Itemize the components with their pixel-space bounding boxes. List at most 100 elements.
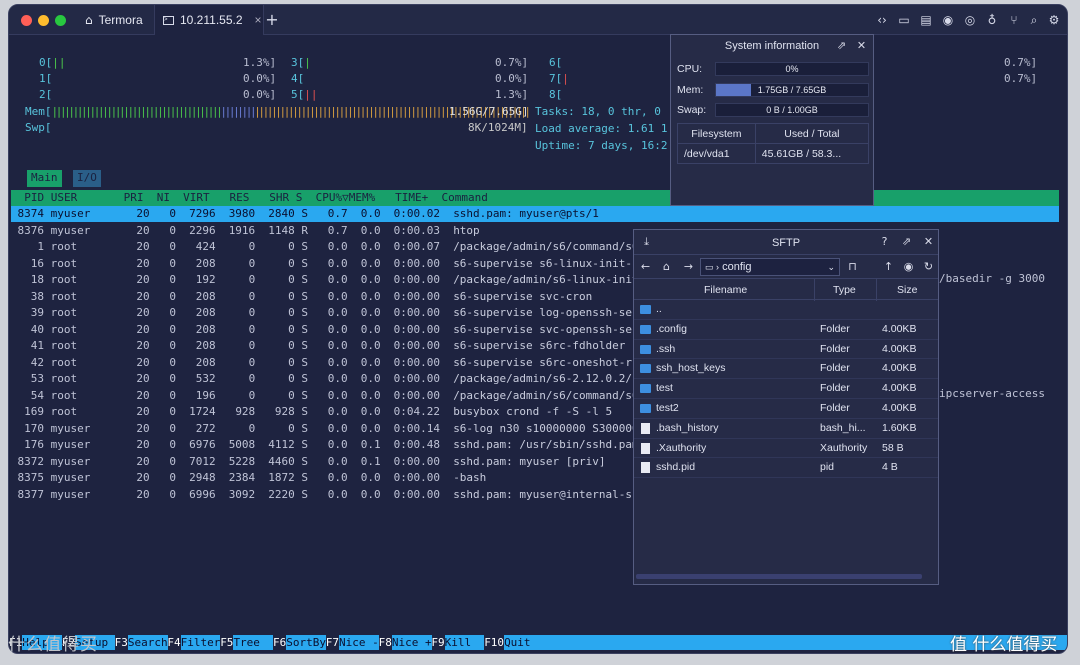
terminal-window: ⌂ Termora > 10.211.55.2 × + ‹› ▭ ▤ ◉ ◎ ♁… <box>8 4 1068 654</box>
process-virt: 208 <box>195 322 216 336</box>
function-key-f4[interactable]: F4Filter <box>167 635 221 650</box>
col-type[interactable]: Type <box>814 279 856 301</box>
tab-main[interactable]: Main <box>27 170 62 187</box>
process-cmd: busybox crond -f -S -l 5 <box>453 405 613 418</box>
process-shr: 0 <box>288 388 295 402</box>
file-name: test <box>656 382 673 395</box>
folder-icon[interactable]: ▭ <box>897 13 911 27</box>
swap-label: Swap: <box>677 104 707 116</box>
back-icon[interactable]: ← <box>639 260 652 273</box>
bookmark-icon[interactable]: ⊓ <box>846 260 859 273</box>
forward-icon[interactable]: → <box>682 260 695 273</box>
process-cmd: s6-supervise svc-openssh-serv <box>453 322 646 336</box>
sftp-file-row[interactable]: .config Folder 4.00KB <box>634 320 938 340</box>
process-virt: 1724 <box>189 405 216 418</box>
file-type: Folder <box>820 322 850 335</box>
swap-meter: Swp[ <box>25 121 52 134</box>
popout-icon[interactable]: ⇗ <box>835 39 848 52</box>
file-name: sshd.pid <box>656 461 696 474</box>
close-tab-icon[interactable]: × <box>255 13 262 27</box>
pin-location-icon[interactable]: ♁ <box>985 13 999 27</box>
process-pid: 40 <box>30 322 44 336</box>
process-shr: 0 <box>288 322 295 336</box>
col-size[interactable]: Size <box>876 279 940 301</box>
file-type: Folder <box>820 382 850 395</box>
refresh-icon[interactable]: ↻ <box>922 260 935 273</box>
branch-icon[interactable]: ⑂ <box>1007 13 1021 27</box>
help-icon[interactable]: ? <box>878 235 891 248</box>
process-ni: 0 <box>169 487 176 501</box>
process-table-header[interactable]: PID USER PRI NI VIRT RES SHR S CPU%▽MEM%… <box>11 190 1059 206</box>
process-row[interactable]: 8374 myuser 20 0 7296 3980 2840 S 0.7 0.0 0:00.02 s… <box>11 206 971 223</box>
process-s: S <box>301 240 309 253</box>
process-shr: 4112 <box>268 438 295 451</box>
up-icon[interactable]: ↑ <box>882 260 895 273</box>
maximize-window-button[interactable] <box>55 15 66 26</box>
process-user: root <box>50 339 78 352</box>
process-ni: 0 <box>169 339 176 352</box>
document-icon[interactable]: ▤ <box>919 13 933 27</box>
function-key-f9[interactable]: F9Kill <box>431 635 485 650</box>
horizontal-scrollbar[interactable] <box>636 574 922 579</box>
used-header: Used / Total <box>754 123 870 144</box>
tab-io[interactable]: I/O <box>73 170 101 187</box>
process-pid: 170 <box>24 421 44 435</box>
process-shr: 2840 <box>268 207 295 220</box>
search-icon[interactable]: ⌕ <box>1027 13 1041 27</box>
process-cmd: s6-supervise s6rc-oneshot-run <box>453 355 646 369</box>
watermark-logo: 什么值得买 <box>8 635 98 655</box>
process-res: 0 <box>248 339 256 352</box>
process-user: root <box>50 256 78 270</box>
sftp-file-row[interactable]: .. <box>634 300 938 320</box>
minimize-window-button[interactable] <box>38 15 49 26</box>
sftp-file-row[interactable]: sshd.pid pid 4 B <box>634 458 938 479</box>
function-key-f5[interactable]: F5Tree <box>220 635 274 650</box>
process-pri: 20 <box>136 454 150 468</box>
process-res: 0 <box>248 372 256 385</box>
gear-icon[interactable]: ⚙ <box>1047 13 1061 27</box>
file-type: Folder <box>820 402 850 414</box>
function-key-f7[interactable]: F7Nice - <box>326 635 379 650</box>
function-key-f3[interactable]: F3Search <box>115 635 168 650</box>
process-virt: 208 <box>195 355 216 369</box>
eye-icon[interactable]: ◉ <box>902 260 915 273</box>
function-key-f6[interactable]: F6SortBy <box>273 635 326 650</box>
sftp-file-row[interactable]: .bash_history bash_hi... 1.60KB <box>634 419 938 439</box>
process-shr: 928 <box>274 405 295 418</box>
process-mem: 0.0 <box>360 471 381 484</box>
process-user: root <box>50 388 78 402</box>
record-icon[interactable]: ◉ <box>941 13 955 27</box>
close-icon[interactable]: ✕ <box>922 235 935 248</box>
tab-host[interactable]: > 10.211.55.2 × <box>154 5 264 35</box>
overflow-cmd-1: /basedir -g 3000 <box>939 272 1045 285</box>
process-user: myuser <box>50 487 91 501</box>
sftp-file-row[interactable]: test2 Folder 4.00KB <box>634 399 938 419</box>
cpu-meter-8: 8[ <box>549 88 563 101</box>
col-filename[interactable]: Filename <box>704 279 747 301</box>
close-window-button[interactable] <box>21 15 32 26</box>
column-headers[interactable]: PID USER PRI NI VIRT RES SHR S CPU%▽MEM%… <box>11 190 488 207</box>
process-virt: 2948 <box>189 471 216 484</box>
new-tab-icon[interactable]: + <box>265 12 279 28</box>
tab-termora[interactable]: ⌂ Termora <box>83 5 153 35</box>
popout-icon[interactable]: ⇗ <box>900 235 913 248</box>
code-icon[interactable]: ‹› <box>875 13 889 27</box>
sftp-file-row[interactable]: .Xauthority Xauthority 58 B <box>634 439 938 459</box>
process-cpu: 0.0 <box>327 471 348 484</box>
function-key-f8[interactable]: F8Nice + <box>379 635 432 650</box>
sftp-file-row[interactable]: ssh_host_keys Folder 4.00KB <box>634 359 938 380</box>
process-pid: 8376 <box>17 223 45 237</box>
sftp-file-row[interactable]: test Folder 4.00KB <box>634 379 938 399</box>
path-dropdown[interactable]: ▭ › config ⌄ <box>700 258 840 276</box>
function-key-f10[interactable]: F10Quit <box>484 635 544 650</box>
process-pri: 20 <box>136 306 150 319</box>
process-s: S <box>301 372 309 385</box>
home-icon[interactable]: ⌂ <box>660 260 673 273</box>
pin-icon[interactable]: ◎ <box>963 13 977 27</box>
process-cpu: 0.0 <box>327 240 348 253</box>
sftp-file-row[interactable]: .ssh Folder 4.00KB <box>634 340 938 360</box>
close-icon[interactable]: ✕ <box>855 39 868 52</box>
process-user: root <box>50 289 78 303</box>
process-cmd: /package/admin/s6/command/s6- <box>453 240 646 253</box>
folder-icon <box>640 324 651 334</box>
